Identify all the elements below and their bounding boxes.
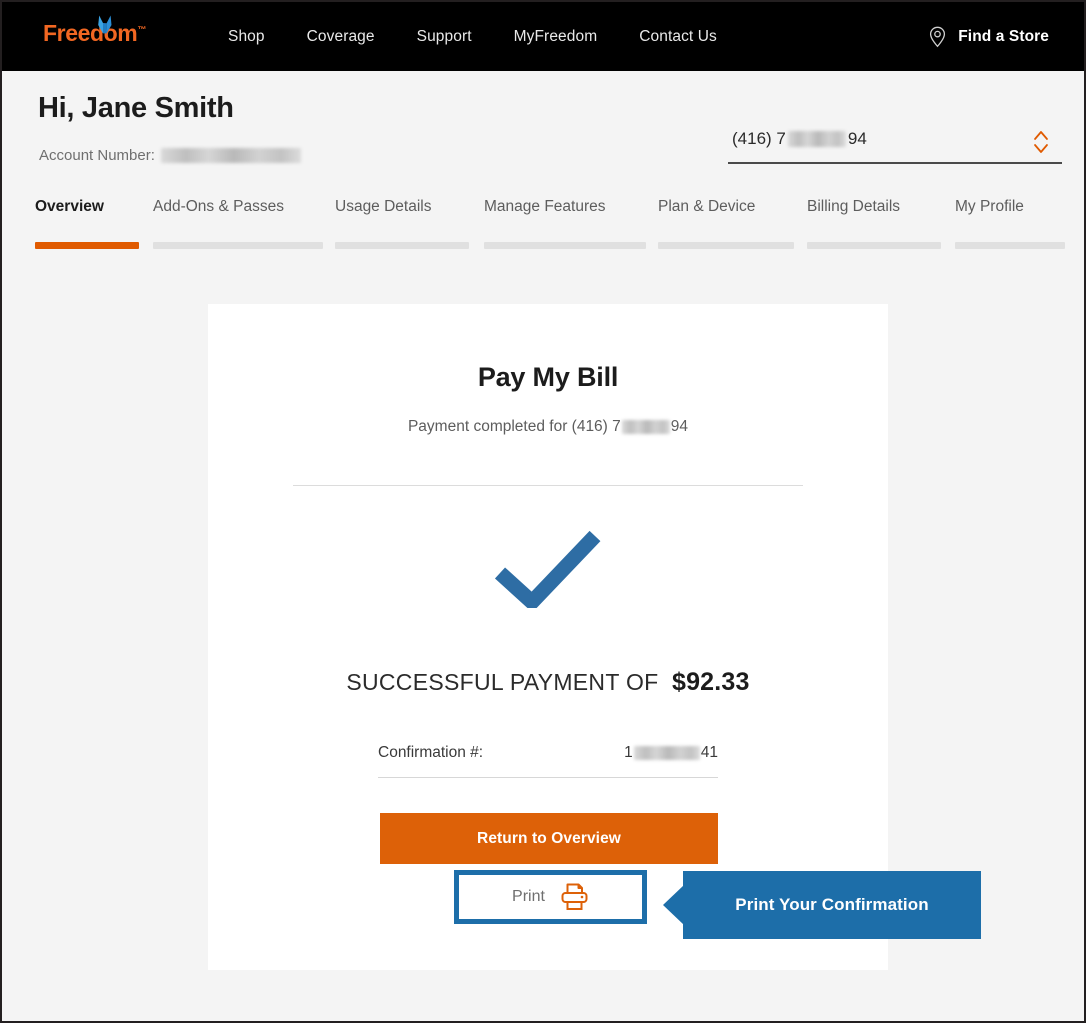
tab-indicator-manage-features	[484, 242, 646, 249]
confirmation-number-prefix: 1	[624, 744, 633, 761]
account-number-redacted-value	[160, 148, 301, 163]
print-button[interactable]: Print	[459, 875, 642, 919]
tab-indicator-add-ons-passes	[153, 242, 323, 249]
card-title: Pay My Bill	[477, 362, 619, 392]
blue-checkmark-icon	[494, 530, 601, 608]
site-header: Freedom™ Shop Coverage Support MyFreedom…	[2, 2, 1084, 71]
account-tabs: Overview Add-Ons & Passes Usage Details …	[35, 198, 1065, 256]
logo-trademark: ™	[137, 24, 146, 35]
nav-link-myfreedom[interactable]: MyFreedom	[493, 27, 619, 47]
tab-plan-device[interactable]: Plan & Device	[658, 198, 755, 216]
tab-indicator-plan-device	[658, 242, 794, 249]
confirmation-number-redacted-digits	[633, 746, 700, 760]
annotation-callout: Print Your Confirmation	[663, 871, 981, 939]
nav-link-shop[interactable]: Shop	[207, 27, 286, 47]
annotation-arrow-icon	[663, 885, 684, 925]
card-subtitle-redacted-digits	[621, 420, 670, 434]
up-down-chevron-icon[interactable]	[1032, 126, 1050, 158]
phone-number-selector[interactable]: (416) 7 94	[728, 126, 1062, 164]
find-a-store-button[interactable]: Find a Store	[928, 26, 1049, 48]
annotation-body: Print Your Confirmation	[683, 871, 981, 939]
phone-number-prefix: (416) 7	[732, 129, 786, 148]
card-subtitle-prefix: Payment completed for (416) 7	[407, 418, 621, 435]
tab-my-profile[interactable]: My Profile	[955, 198, 1024, 216]
card-divider	[293, 485, 803, 486]
bird-wing-icon	[98, 15, 112, 34]
payment-success-message: SUCCESSFUL PAYMENT OF $92.33	[208, 668, 888, 697]
nav-link-coverage[interactable]: Coverage	[286, 27, 396, 47]
tab-overview[interactable]: Overview	[35, 198, 104, 216]
find-a-store-label: Find a Store	[958, 28, 1049, 45]
tab-indicator-my-profile	[955, 242, 1065, 249]
browser-page: Freedom™ Shop Coverage Support MyFreedom…	[0, 0, 1086, 1023]
phone-number-suffix: 94	[847, 129, 867, 148]
tab-indicator-billing-details	[807, 242, 941, 249]
confirmation-number-label: Confirmation #:	[378, 744, 484, 761]
confirmation-number-value: 1 41	[624, 744, 718, 762]
annotation-text: Print Your Confirmation	[735, 895, 929, 914]
return-to-overview-button[interactable]: Return to Overview	[380, 813, 718, 864]
print-button-highlight: Print	[454, 870, 647, 924]
phone-number-redacted-digits	[787, 131, 846, 147]
freedom-logo[interactable]: Freedom™	[43, 22, 146, 45]
nav-link-support[interactable]: Support	[396, 27, 493, 47]
confirmation-number-row: Confirmation #: 1 41	[378, 744, 718, 778]
main-navigation: Shop Coverage Support MyFreedom Contact …	[207, 27, 738, 47]
phone-number-value: (416) 7 94	[732, 129, 867, 149]
tab-manage-features[interactable]: Manage Features	[484, 198, 606, 216]
payment-success-label: SUCCESSFUL PAYMENT OF	[346, 669, 659, 695]
confirmation-number-suffix: 41	[700, 744, 718, 761]
success-check-wrapper	[208, 530, 888, 608]
logo-text: Freedom	[43, 20, 138, 46]
payment-amount: $92.33	[671, 668, 750, 696]
tab-indicator-overview	[35, 242, 139, 249]
card-subtitle: Payment completed for (416) 7 94	[208, 418, 888, 436]
tab-billing-details[interactable]: Billing Details	[807, 198, 900, 216]
card-subtitle-suffix: 94	[670, 418, 689, 435]
print-button-label: Print	[512, 888, 545, 905]
tab-indicator-usage-details	[335, 242, 469, 249]
tab-add-ons-passes[interactable]: Add-Ons & Passes	[153, 198, 284, 216]
page-title: Hi, Jane Smith	[38, 92, 234, 124]
nav-link-contact-us[interactable]: Contact Us	[618, 27, 738, 47]
account-number: Account Number:	[39, 147, 301, 164]
location-pin-icon	[930, 26, 946, 48]
tab-usage-details[interactable]: Usage Details	[335, 198, 432, 216]
account-number-label: Account Number:	[39, 147, 155, 164]
printer-icon	[561, 883, 588, 910]
